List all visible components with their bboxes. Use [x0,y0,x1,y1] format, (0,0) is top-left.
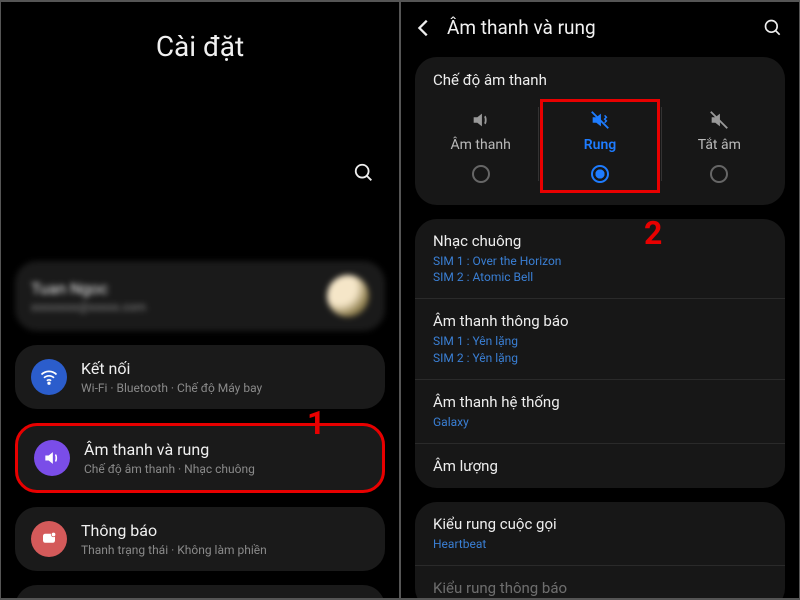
mode-option-mute[interactable]: Tắt âm [660,103,779,189]
item-title: Thông báo [81,521,267,540]
item-text: Thông báo Thanh trạng thái · Không làm p… [81,521,267,557]
item-text: Âm thanh và rung Chế độ âm thanh · Nhạc … [84,440,255,476]
row-subtitle: SIM 1 : Over the Horizon SIM 2 : Atomic … [433,253,767,285]
row-ringtone[interactable]: Nhạc chuông SIM 1 : Over the Horizon SIM… [415,219,785,299]
sound-mode-row: Âm thanh Rung Tắt âm [415,99,785,189]
sound-on-icon [470,109,492,131]
item-subtitle: Chế độ âm thanh · Nhạc chuông [84,462,255,476]
row-call-vibration-pattern[interactable]: Kiểu rung cuộc gọi Heartbeat [415,502,785,566]
search-icon [763,18,783,38]
row-title: Âm lượng [433,457,767,475]
row-volume[interactable]: Âm lượng [415,444,785,488]
radio-off[interactable] [472,165,490,183]
settings-item-notifications[interactable]: Thông báo Thanh trạng thái · Không làm p… [15,507,385,571]
item-subtitle: Wi-Fi · Bluetooth · Chế độ Máy bay [81,381,262,395]
mute-icon [708,109,730,131]
annotation-step-2: 2 [644,214,662,252]
screen-title: Âm thanh và rung [447,16,763,39]
divider [538,107,539,181]
settings-item-sound-vibration[interactable]: Âm thanh và rung Chế độ âm thanh · Nhạc … [15,423,385,493]
profile-card[interactable]: Tuan Ngoc xxxxxxxx@xxxxx.com [15,261,385,331]
profile-name: Tuan Ngoc [31,279,146,298]
row-title: Kiểu rung cuộc gọi [433,515,767,533]
item-text: Kết nối Wi-Fi · Bluetooth · Chế độ Máy b… [81,359,262,395]
row-title: Âm thanh thông báo [433,312,767,330]
annotation-step-1: 1 [307,404,325,442]
row-title: Kiểu rung thông báo [433,579,767,597]
search-button[interactable] [353,162,375,184]
row-subtitle: Galaxy [433,414,767,430]
mode-option-sound[interactable]: Âm thanh [421,103,540,189]
item-title: Kết nối [81,359,262,378]
profile-email: xxxxxxxx@xxxxx.com [31,300,146,314]
sound-vibration-screen: Âm thanh và rung Chế độ âm thanh Âm than… [401,2,799,598]
notification-icon [31,521,67,557]
settings-screen: Cài đặt Tuan Ngoc xxxxxxxx@xxxxx.com Kết… [1,2,399,598]
sound-mode-card: Chế độ âm thanh Âm thanh Rung [415,57,785,205]
row-notif-vibration-pattern[interactable]: Kiểu rung thông báo [415,566,785,598]
row-notification-sound[interactable]: Âm thanh thông báo SIM 1 : Yên lặng SIM … [415,299,785,379]
sound-list-card: Nhạc chuông SIM 1 : Over the Horizon SIM… [415,219,785,488]
mode-label: Tắt âm [698,137,741,153]
search-button[interactable] [763,18,783,38]
row-subtitle: SIM 1 : Yên lặng SIM 2 : Yên lặng [433,333,767,365]
chevron-left-icon [413,17,435,39]
highlight-box [540,99,660,193]
profile-text: Tuan Ngoc xxxxxxxx@xxxxx.com [31,279,146,314]
header: Âm thanh và rung [401,2,799,45]
row-title: Âm thanh hệ thống [433,393,767,411]
search-icon [353,162,375,184]
settings-item-display[interactable]: Màn hình Độ sáng · Bảo vệ mắt khỏi thoải… [15,585,385,598]
page-title: Cài đặt [1,30,399,63]
row-system-sound[interactable]: Âm thanh hệ thống Galaxy [415,380,785,444]
row-subtitle: Heartbeat [433,536,767,552]
section-title: Chế độ âm thanh [415,71,785,99]
divider [661,107,662,181]
speaker-icon [34,440,70,476]
vibration-list-card: Kiểu rung cuộc gọi Heartbeat Kiểu rung t… [415,502,785,598]
row-title: Nhạc chuông [433,232,767,250]
item-subtitle: Thanh trạng thái · Không làm phiền [81,543,267,557]
mode-label: Âm thanh [451,137,511,153]
settings-item-connections[interactable]: Kết nối Wi-Fi · Bluetooth · Chế độ Máy b… [15,345,385,409]
radio-off[interactable] [710,165,728,183]
back-button[interactable] [413,17,435,39]
avatar [327,275,369,317]
item-title: Âm thanh và rung [84,440,255,459]
wifi-icon [31,359,67,395]
